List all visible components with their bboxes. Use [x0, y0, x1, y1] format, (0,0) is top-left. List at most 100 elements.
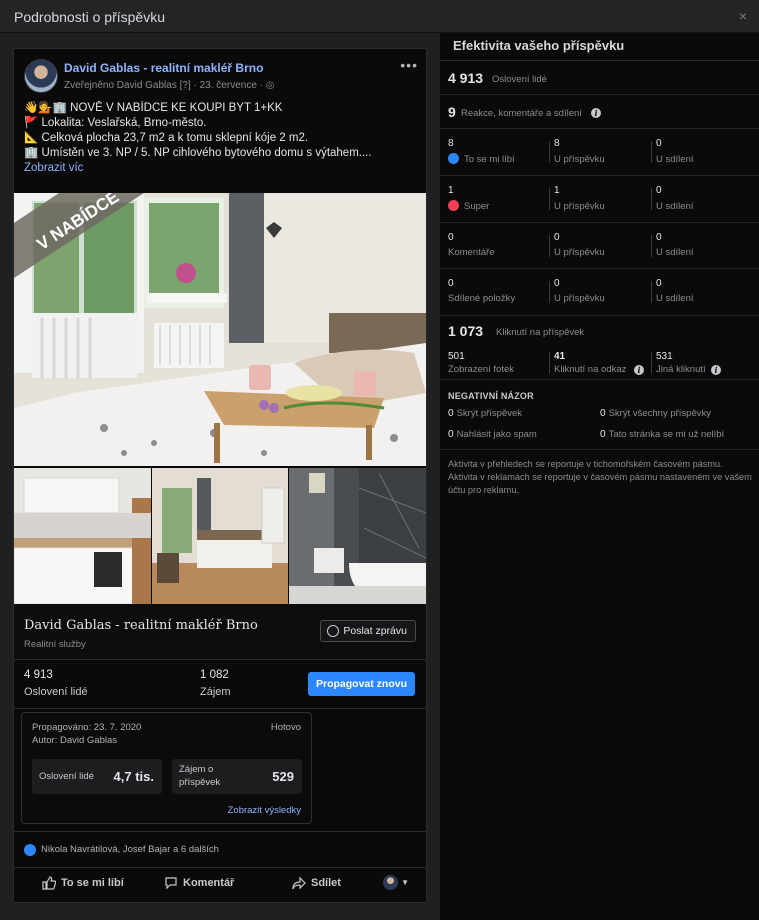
photo-thumbnail-kitchen[interactable] — [14, 468, 151, 604]
insights-reach-value: 4 913 — [448, 70, 484, 86]
promotion-stats: 4 913 Oslovení lidé 1 082 Zájem Propagov… — [14, 661, 426, 709]
photo-views-value: 501 — [448, 351, 465, 362]
main-photo[interactable]: V NABÍDCE — [14, 193, 426, 466]
comments-on-shares: 0 — [656, 232, 662, 243]
like-button[interactable]: To se mi líbí — [42, 876, 124, 890]
page-category: Realitní služby — [24, 639, 86, 650]
page-info-footer: David Gablas - realitní makléř Brno Real… — [14, 605, 426, 660]
clicks-value: 1 073 — [448, 323, 484, 339]
promotion-card: Propagováno: 23. 7. 2020 Autor: David Ga… — [21, 712, 312, 824]
promoted-date: Propagováno: 23. 7. 2020 — [32, 722, 142, 733]
post-text: 👋💁🏢 NOVĚ V NABÍDCE KE KOUPI BYT 1+KK 🚩 L… — [24, 101, 420, 176]
comment-button[interactable]: Komentář — [164, 876, 234, 890]
hide-post-stat: 0 Skrýt příspěvek — [448, 408, 522, 419]
hide-all-label: Skrýt všechny příspěvky — [608, 408, 711, 419]
avatar-small — [383, 875, 398, 890]
post-meta: Zveřejněno David Gablas [?] · 23. červen… — [64, 80, 275, 91]
engagement-value: 9 — [448, 104, 456, 120]
chevron-down-icon: ▼ — [401, 878, 409, 887]
on-shares-label: U sdílení — [656, 247, 694, 258]
bedroom-photo: V NABÍDCE — [14, 193, 426, 466]
unlike-page-count: 0 — [600, 429, 606, 440]
avatar[interactable] — [24, 59, 58, 93]
share-icon — [292, 876, 306, 890]
send-message-button[interactable]: Poslat zprávu — [320, 620, 416, 642]
unlike-page-label: Tato stránka se mi už nelíbí — [608, 429, 725, 440]
column-divider — [549, 352, 550, 374]
promote-again-button[interactable]: Propagovat znovu — [308, 672, 415, 696]
post-card: David Gablas - realitní makléř Brno Zveř… — [13, 48, 427, 903]
post-preview-panel: David Gablas - realitní makléř Brno Zveř… — [0, 33, 440, 920]
post-page-name[interactable]: David Gablas - realitní makléř Brno — [64, 61, 263, 75]
shares-row: 0 Sdílené položky 0 U příspěvku 0 U sdíl… — [440, 269, 759, 316]
post-as-selector[interactable]: ▼ — [383, 875, 409, 890]
other-clicks-label: Jiná kliknutí — [656, 364, 706, 375]
on-shares-label: U sdílení — [656, 293, 694, 304]
see-more-link[interactable]: Zobrazit víc — [24, 161, 420, 176]
column-divider — [651, 352, 652, 374]
heart-icon — [448, 200, 459, 211]
thumbs-up-icon — [42, 876, 56, 890]
column-divider — [651, 188, 652, 210]
likes-total: 8 — [448, 138, 454, 149]
comments-total: 0 — [448, 232, 454, 243]
more-options-icon[interactable]: ••• — [400, 57, 418, 73]
on-post-label: U příspěvku — [554, 154, 605, 165]
report-spam-stat: 0 Nahlásit jako spam — [448, 429, 537, 440]
reach-value: 4 913 — [24, 669, 53, 681]
show-results-link[interactable]: Zobrazit výsledky — [228, 805, 301, 816]
comment-icon — [165, 877, 177, 890]
messenger-icon — [327, 625, 340, 637]
page-footer-name[interactable]: David Gablas - realitní makléř Brno — [24, 618, 258, 633]
love-total: 1 — [448, 185, 454, 196]
on-shares-label: U sdílení — [656, 201, 694, 212]
engagement-row: 9 Reakce, komentáře a sdílení i — [440, 95, 759, 129]
engagement-label: Reakce, komentáře a sdílení — [461, 108, 582, 119]
hide-all-count: 0 — [600, 408, 606, 419]
post-text-line: 🚩 Lokalita: Veslařská, Brno-město. — [24, 117, 207, 129]
comments-label: Komentáře — [448, 247, 495, 258]
on-post-label: U příspěvku — [554, 201, 605, 212]
post-actions: To se mi líbí Komentář Sdílet ▼ — [14, 868, 426, 902]
post-text-line: 👋💁🏢 NOVĚ V NABÍDCE KE KOUPI BYT 1+KK — [24, 102, 283, 114]
interest-label: Zájem — [200, 686, 231, 698]
link-clicks-label: Kliknutí na odkaz — [554, 364, 627, 375]
love-on-post: 1 — [554, 185, 560, 196]
on-post-label: U příspěvku — [554, 293, 605, 304]
share-button[interactable]: Sdílet — [292, 876, 341, 890]
post-text-line: 📐 Celková plocha 23,7 m2 a k tomu sklepn… — [24, 132, 309, 144]
likes-on-post: 8 — [554, 138, 560, 149]
report-spam-label: Nahlásit jako spam — [456, 429, 537, 440]
report-spam-count: 0 — [448, 429, 454, 440]
photo-views-label: Zobrazení fotek — [448, 364, 515, 375]
info-icon[interactable]: i — [634, 365, 644, 375]
comment-label: Komentář — [183, 876, 235, 889]
likes-on-shares: 0 — [656, 138, 662, 149]
info-icon[interactable]: i — [591, 108, 601, 118]
promo-interest-box: Zájem o příspěvek 529 — [172, 759, 302, 794]
photo-thumbnail-bathroom[interactable] — [289, 468, 426, 604]
other-clicks-value: 531 — [656, 351, 673, 362]
column-divider — [651, 235, 652, 257]
column-divider — [549, 141, 550, 163]
insights-title: Efektivita vašeho příspěvku — [453, 38, 625, 53]
like-reaction-icon — [24, 844, 36, 856]
bedroom-wide-photo — [152, 468, 288, 604]
reach-row: 4 913 Oslovení lidé — [440, 61, 759, 95]
clicks-row: 1 073 Kliknutí na příspěvek 501 Zobrazen… — [440, 316, 759, 380]
promo-interest-value: 529 — [272, 769, 294, 784]
column-divider — [651, 141, 652, 163]
comments-row: 0 Komentáře 0 U příspěvku 0 U sdílení — [440, 223, 759, 269]
likes-row: 8 To se mi líbí 8 U příspěvku 0 U sdílen… — [440, 129, 759, 176]
info-icon[interactable]: i — [711, 365, 721, 375]
reactions-summary[interactable]: Nikola Navrátilová, Josef Bajar a 6 dalš… — [14, 831, 426, 868]
close-icon[interactable]: × — [739, 8, 747, 24]
dialog-titlebar: Podrobnosti o příspěvku × — [0, 0, 759, 33]
hide-post-count: 0 — [448, 408, 454, 419]
reactions-names: Nikola Navrátilová, Josef Bajar a 6 dalš… — [41, 844, 219, 855]
column-divider — [549, 281, 550, 303]
love-label: Super — [464, 201, 490, 212]
photo-thumbnail-bedroom[interactable] — [152, 468, 288, 604]
interest-value: 1 082 — [200, 669, 229, 681]
share-label: Sdílet — [311, 876, 341, 889]
